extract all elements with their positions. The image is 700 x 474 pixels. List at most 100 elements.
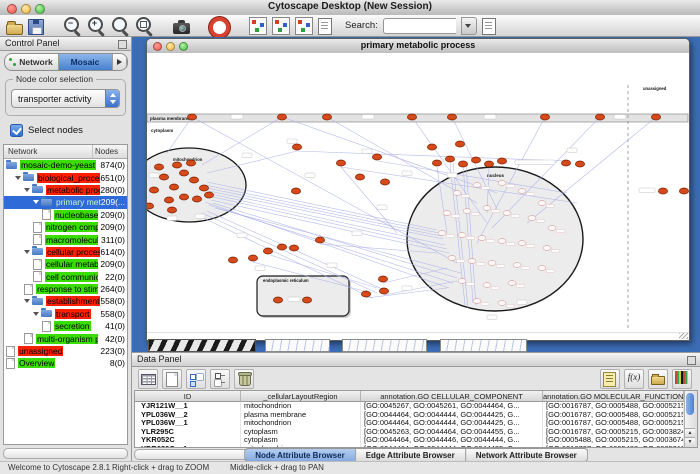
network-node[interactable] [169,184,178,190]
network-node[interactable] [438,231,446,236]
network-node[interactable] [273,297,282,303]
node-color-dropdown[interactable]: transporter activity [11,89,120,108]
network-node[interactable] [540,114,549,120]
network-node[interactable] [192,196,201,202]
tree-row[interactable]: biological_process651(0) [4,171,127,183]
network-node[interactable] [189,177,198,183]
network-node[interactable] [679,188,688,194]
network-node[interactable] [179,194,188,200]
scroll-down-icon[interactable]: ▼ [685,437,695,447]
zoom-selected-icon[interactable] [135,16,154,35]
tree-row[interactable]: cellular process614(0) [4,246,127,258]
network-node[interactable] [322,114,331,120]
network-node[interactable] [448,256,456,261]
network-node[interactable] [483,283,491,288]
table-column-header[interactable]: annotation.GO MOLECULAR_FUNCTION [543,391,684,402]
network-node[interactable] [458,161,467,167]
app-titlebar[interactable]: Cytoscape Desktop (New Session) [0,0,700,16]
network-node[interactable] [458,279,466,284]
network-node[interactable] [159,174,168,180]
network-node[interactable] [248,255,257,261]
search-config-icon[interactable] [482,18,496,35]
network-node[interactable] [453,191,461,196]
table-row[interactable]: YLR295Ccytoplasm[GO:0045263, GO:0044464,… [135,428,684,437]
resize-grip[interactable] [679,333,688,339]
network-node[interactable] [508,281,516,286]
tree-row[interactable]: multi-organism pro42(0) [4,332,127,344]
attribute-list-icon[interactable] [210,369,230,389]
open-icon[interactable] [6,24,23,35]
network-node[interactable] [186,160,195,166]
network-node[interactable] [315,237,324,243]
network-node[interactable] [497,158,506,164]
expander-icon[interactable] [15,176,21,180]
network-node[interactable] [179,170,188,176]
network-node[interactable] [498,181,506,186]
network-node[interactable] [458,233,466,238]
network-node[interactable] [263,248,272,254]
network-node[interactable] [463,209,471,214]
network-node[interactable] [427,144,436,150]
expander-icon[interactable] [33,312,39,316]
region-plasma-membrane[interactable] [147,114,688,122]
table-vscrollbar[interactable]: ▲ ▼ [684,390,698,448]
tree-row[interactable]: nucleobase-209(0) [4,209,127,221]
expander-icon[interactable] [24,299,30,303]
network-node[interactable] [538,201,546,206]
expander-icon[interactable] [24,188,30,192]
import-attributes-icon[interactable] [648,369,668,389]
network-node[interactable] [432,160,441,166]
network-node[interactable] [503,211,511,216]
tab-network-attribute-browser[interactable]: Network Attribute Browser [466,448,588,462]
function-builder-icon[interactable]: f(x) [624,369,644,389]
network-node[interactable] [443,211,451,216]
network-node[interactable] [149,187,158,193]
background-window-thumbnail[interactable] [342,339,427,352]
tab-edge-attribute-browser[interactable]: Edge Attribute Browser [356,448,466,462]
tree-row[interactable]: response to stimulu264(0) [4,283,127,295]
background-window-thumbnail[interactable] [440,339,527,352]
tab-overflow-button[interactable] [113,54,127,70]
zoom-in-icon[interactable]: + [87,16,106,35]
network-node[interactable] [445,156,454,162]
network-panel-icon[interactable] [249,17,267,35]
network-canvas[interactable]: plasma membranecytoplasmmitochondrionnuc… [147,53,689,333]
table-row[interactable]: YPL036W__1mitochondrion[GO:0044464, GO:0… [135,419,684,428]
network-node[interactable] [355,174,364,180]
search-dropdown-button[interactable] [461,17,477,35]
network-node[interactable] [513,263,521,268]
network-node[interactable] [147,203,154,209]
network-node[interactable] [379,288,388,294]
scrollbar-thumb[interactable] [686,393,694,415]
select-attributes-icon[interactable] [186,369,206,389]
tab-network[interactable]: Network [5,54,59,70]
table-column-header[interactable]: _cellularLayoutRegion [241,391,361,402]
network-node[interactable] [154,164,163,170]
network-node[interactable] [380,179,389,185]
snapshot-icon[interactable] [173,23,190,34]
new-attribute-icon[interactable] [162,369,182,389]
network-node[interactable] [228,257,237,263]
notes-icon[interactable] [600,369,620,389]
tree-row[interactable]: cellular metabol209(0) [4,258,127,270]
attribute-table-header[interactable]: ID_cellularLayoutRegionannotation.GO CEL… [135,391,684,402]
network-node[interactable] [575,161,584,167]
select-nodes-checkbox[interactable] [10,124,23,137]
tree-row[interactable]: nitrogen compo209(0) [4,221,127,233]
network-window-titlebar[interactable]: primary metabolic process [147,39,689,54]
tab-node-attribute-browser[interactable]: Node Attribute Browser [244,448,356,462]
network-node[interactable] [518,241,526,246]
zoom-out-icon[interactable]: − [63,16,82,35]
network-node[interactable] [484,161,493,167]
control-panel-hscrollbar[interactable] [3,448,128,459]
tree-row[interactable]: cell communicat22(0) [4,271,127,283]
network-node[interactable] [167,207,176,213]
network-node[interactable] [498,239,506,244]
search-input[interactable] [383,18,456,34]
tree-row[interactable]: macromolecule311(0) [4,233,127,245]
network-node[interactable] [498,301,506,306]
network-node[interactable] [361,291,370,297]
heatmap-icon[interactable] [672,369,692,389]
network-view-window[interactable]: primary metabolic process plasma membran… [146,38,690,341]
network-node[interactable] [164,197,173,203]
